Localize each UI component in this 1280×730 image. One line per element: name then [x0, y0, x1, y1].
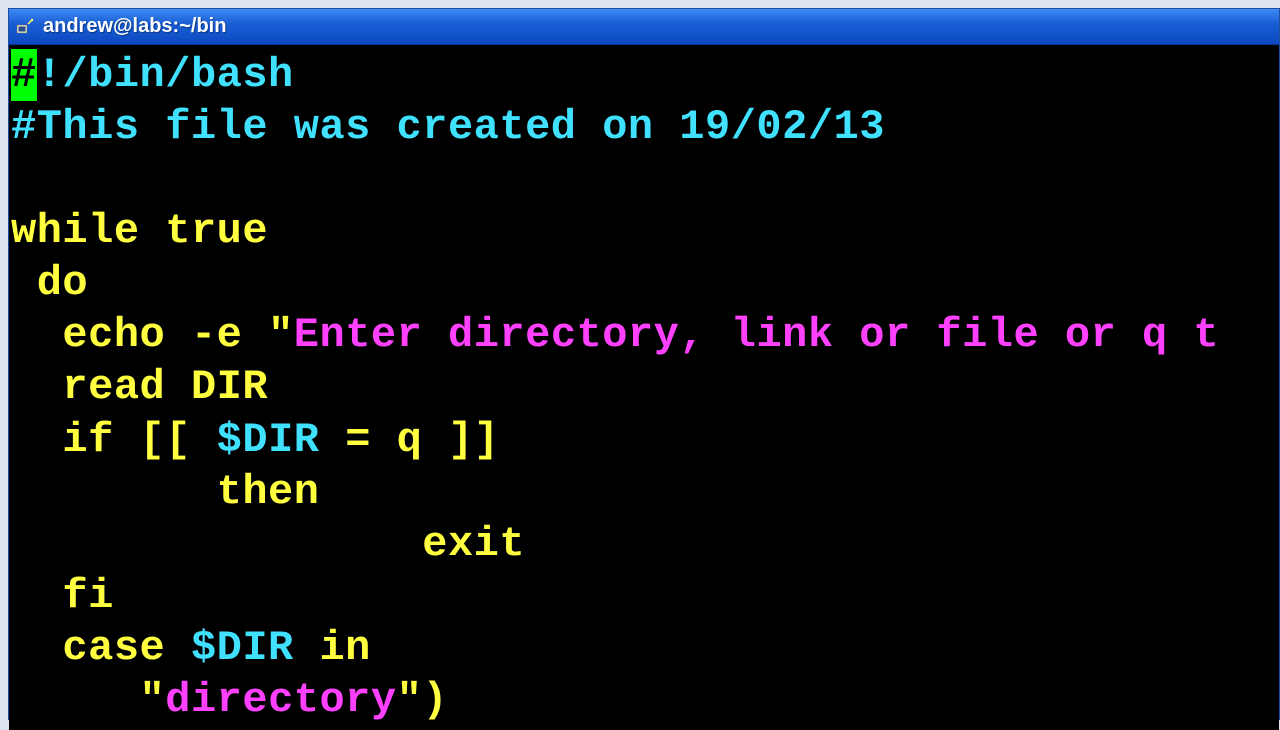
if-test: = q: [319, 416, 448, 464]
comment-line: #This file was created on 19/02/13: [11, 103, 885, 151]
terminal-window: andrew@labs:~/bin #!/bin/bash #This file…: [8, 8, 1280, 720]
putty-icon: [15, 17, 35, 37]
quote-open: ": [268, 311, 294, 359]
case-indent: [11, 676, 140, 724]
title-bar[interactable]: andrew@labs:~/bin: [9, 9, 1279, 45]
read-var: DIR: [165, 363, 268, 411]
echo-string: Enter directory, link or file or q t: [294, 311, 1219, 359]
while-keyword: while: [11, 207, 140, 255]
case-keyword: case: [11, 624, 191, 672]
exit-cmd: exit: [11, 520, 525, 568]
editor-content[interactable]: #!/bin/bash #This file was created on 19…: [9, 45, 1279, 730]
fi-keyword: fi: [11, 572, 114, 620]
in-keyword: in: [294, 624, 371, 672]
then-keyword: then: [11, 468, 319, 516]
bracket-close: ]]: [448, 416, 499, 464]
dir-var: $DIR: [217, 416, 320, 464]
do-keyword: do: [11, 259, 88, 307]
case-quote-close: ": [397, 676, 423, 724]
true-keyword: true: [140, 207, 269, 255]
shebang-line: !/bin/bash: [37, 51, 294, 99]
case-arm-string: directory: [165, 676, 396, 724]
window-title: andrew@labs:~/bin: [43, 15, 226, 38]
case-paren: ): [422, 676, 448, 724]
if-keyword: if: [11, 416, 114, 464]
case-quote: ": [140, 676, 166, 724]
cursor: #: [11, 49, 37, 101]
read-cmd: read: [11, 363, 165, 411]
echo-flag: -e: [165, 311, 268, 359]
case-var: $DIR: [191, 624, 294, 672]
bracket-open: [[: [114, 416, 217, 464]
echo-cmd: echo: [11, 311, 165, 359]
